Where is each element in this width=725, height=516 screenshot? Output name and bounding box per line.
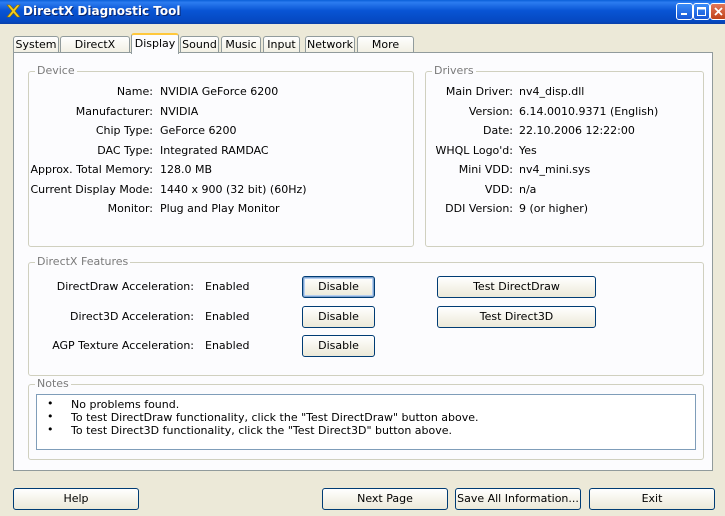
notes-group: Notes • No problems found. • To test Dir… xyxy=(28,377,704,460)
main-driver-value: nv4_disp.dll xyxy=(519,85,585,98)
whql-value: Yes xyxy=(519,144,537,157)
tab-input[interactable]: Input xyxy=(263,36,300,53)
date-value: 22.10.2006 12:22:00 xyxy=(519,124,635,137)
directdraw-accel-status: Enabled xyxy=(205,280,250,293)
version-value: 6.14.0010.9371 (English) xyxy=(519,105,659,118)
bullet-icon: • xyxy=(47,410,54,423)
tab-network[interactable]: Network xyxy=(305,36,355,53)
manufacturer-label: Manufacturer: xyxy=(75,105,153,118)
exit-button[interactable]: Exit xyxy=(589,488,715,510)
drivers-legend: Drivers xyxy=(432,64,476,77)
save-all-information-button[interactable]: Save All Information... xyxy=(455,488,581,510)
tab-sound[interactable]: Sound xyxy=(180,36,219,53)
minimize-button[interactable] xyxy=(676,3,693,20)
agp-texture-accel-label: AGP Texture Acceleration: xyxy=(52,339,194,352)
help-button[interactable]: Help xyxy=(13,488,139,510)
next-page-button[interactable]: Next Page xyxy=(322,488,448,510)
display-tab-panel: Device Name: NVIDIA GeForce 6200 Manufac… xyxy=(13,52,713,471)
bullet-icon: • xyxy=(47,397,54,410)
note-text: To test Direct3D functionality, click th… xyxy=(71,424,453,437)
tab-more-help[interactable]: More Help xyxy=(357,36,414,66)
vdd-label: VDD: xyxy=(484,183,513,196)
note-text: No problems found. xyxy=(71,398,180,411)
whql-label: WHQL Logo'd: xyxy=(435,144,513,157)
test-directdraw-button[interactable]: Test DirectDraw xyxy=(437,276,596,298)
mini-vdd-value: nv4_mini.sys xyxy=(519,163,591,176)
dac-type-label: DAC Type: xyxy=(97,144,153,157)
device-name-value: NVIDIA GeForce 6200 xyxy=(160,85,279,98)
drivers-group: Drivers Main Driver: nv4_disp.dll Versio… xyxy=(425,64,704,247)
minimize-icon xyxy=(681,13,687,15)
monitor-value: Plug and Play Monitor xyxy=(160,202,280,215)
date-label: Date: xyxy=(483,124,513,137)
mini-vdd-label: Mini VDD: xyxy=(458,163,513,176)
tab-display[interactable]: Display xyxy=(131,33,179,54)
device-group: Device Name: NVIDIA GeForce 6200 Manufac… xyxy=(28,64,414,247)
tab-music[interactable]: Music xyxy=(221,36,261,53)
ddi-version-value: 9 (or higher) xyxy=(519,202,589,215)
manufacturer-value: NVIDIA xyxy=(160,105,199,118)
directx-x-icon xyxy=(5,3,21,19)
display-mode-label: Current Display Mode: xyxy=(30,183,153,196)
display-mode-value: 1440 x 900 (32 bit) (60Hz) xyxy=(160,183,307,196)
tab-system[interactable]: System xyxy=(13,36,59,53)
maximize-button[interactable] xyxy=(693,3,710,20)
directx-features-group: DirectX Features DirectDraw Acceleration… xyxy=(28,255,704,376)
maximize-icon xyxy=(697,7,706,16)
direct3d-accel-status: Enabled xyxy=(205,310,250,323)
features-legend: DirectX Features xyxy=(35,255,131,268)
total-memory-value: 128.0 MB xyxy=(160,163,213,176)
notes-list[interactable]: • No problems found. • To test DirectDra… xyxy=(36,394,696,450)
chip-type-value: GeForce 6200 xyxy=(160,124,237,137)
window-title: DirectX Diagnostic Tool xyxy=(23,4,181,18)
tab-directx-files[interactable]: DirectX Files xyxy=(60,36,130,66)
direct3d-accel-label: Direct3D Acceleration: xyxy=(70,310,194,323)
directdraw-accel-label: DirectDraw Acceleration: xyxy=(56,280,194,293)
total-memory-label: Approx. Total Memory: xyxy=(30,163,154,176)
test-direct3d-button[interactable]: Test Direct3D xyxy=(437,306,596,328)
device-legend: Device xyxy=(35,64,77,77)
close-icon xyxy=(714,7,723,16)
vdd-value: n/a xyxy=(519,183,537,196)
disable-agp-button[interactable]: Disable xyxy=(302,335,375,357)
title-bar[interactable]: DirectX Diagnostic Tool xyxy=(0,0,725,24)
agp-texture-accel-status: Enabled xyxy=(205,339,250,352)
close-button[interactable] xyxy=(710,3,725,20)
device-name-label: Name: xyxy=(116,85,153,98)
ddi-version-label: DDI Version: xyxy=(445,202,513,215)
chip-type-label: Chip Type: xyxy=(95,124,153,137)
monitor-label: Monitor: xyxy=(107,202,153,215)
notes-legend: Notes xyxy=(35,377,71,390)
disable-direct3d-button[interactable]: Disable xyxy=(302,306,375,328)
dac-type-value: Integrated RAMDAC xyxy=(160,144,269,157)
bullet-icon: • xyxy=(47,423,54,436)
disable-directdraw-button[interactable]: Disable xyxy=(302,276,375,298)
note-text: To test DirectDraw functionality, click … xyxy=(71,411,479,424)
main-driver-label: Main Driver: xyxy=(445,85,513,98)
version-label: Version: xyxy=(468,105,513,118)
